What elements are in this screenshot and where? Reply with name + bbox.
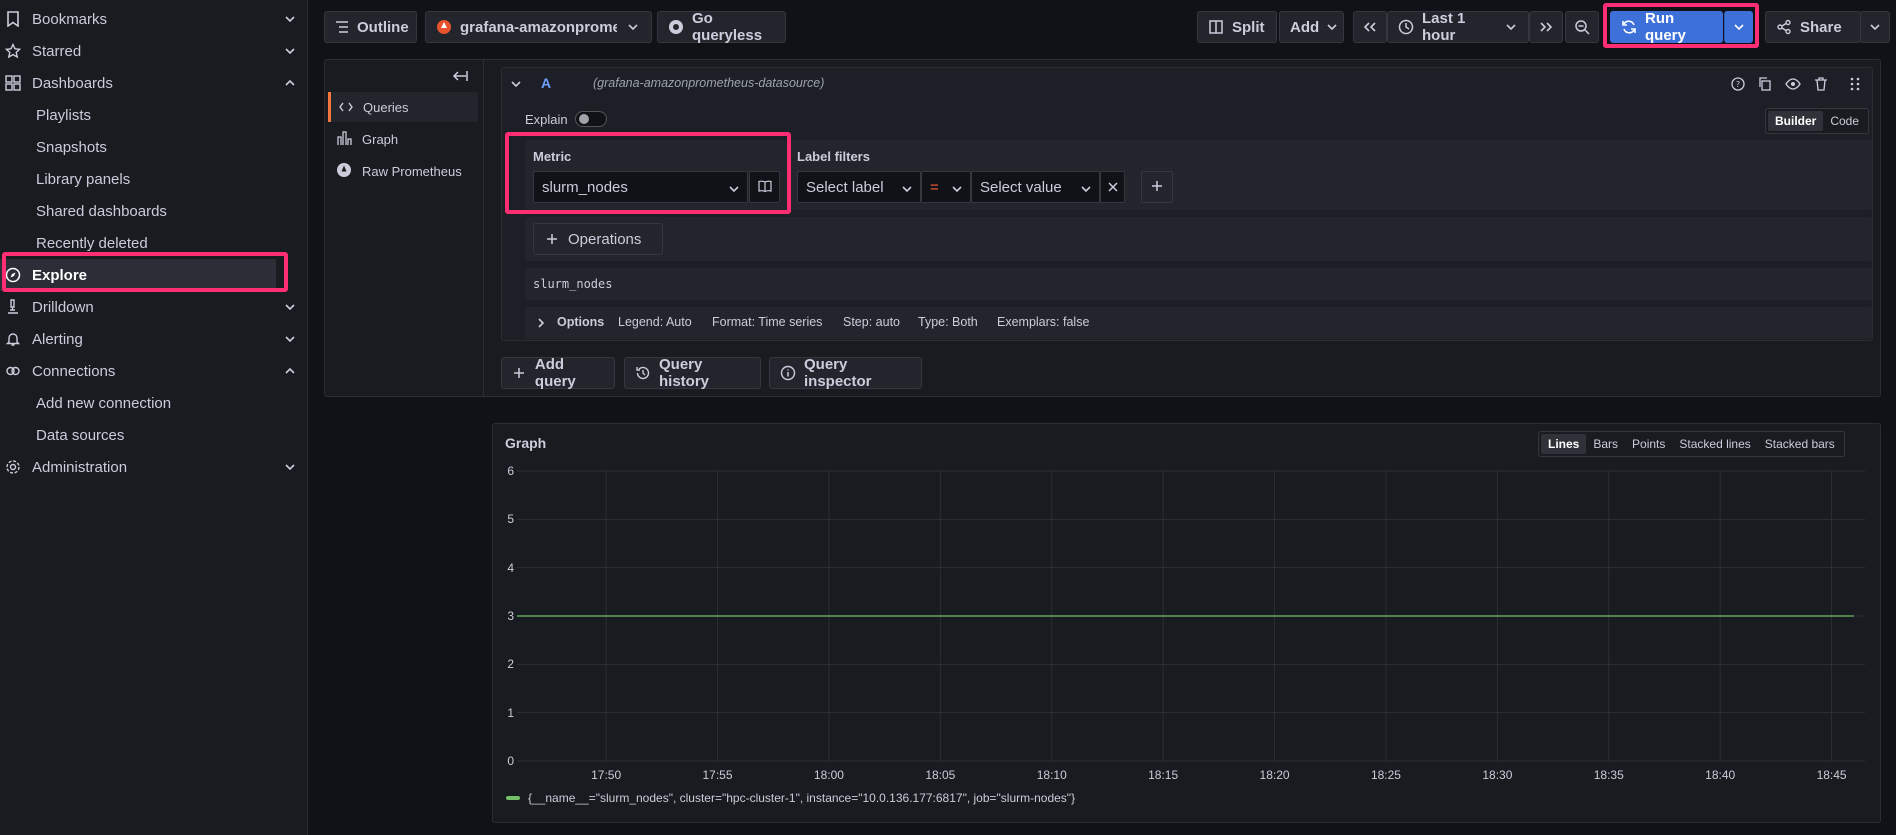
y-tick-label: 3 <box>507 609 514 623</box>
legend-swatch <box>506 796 520 800</box>
time-series-chart[interactable] <box>0 0 1896 835</box>
y-tick-label: 6 <box>507 464 514 478</box>
x-tick-label: 18:15 <box>1148 768 1179 782</box>
chart-legend[interactable]: {__name__="slurm_nodes", cluster="hpc-cl… <box>506 791 1075 805</box>
x-tick-label: 17:50 <box>591 768 622 782</box>
legend-entry: {__name__="slurm_nodes", cluster="hpc-cl… <box>528 791 1076 805</box>
x-tick-label: 18:20 <box>1259 768 1290 782</box>
x-tick-label: 18:40 <box>1705 768 1736 782</box>
y-tick-label: 5 <box>507 512 514 527</box>
y-tick-label: 0 <box>507 754 514 768</box>
y-tick-label: 1 <box>507 705 514 720</box>
x-tick-label: 18:45 <box>1816 768 1847 782</box>
x-tick-label: 18:35 <box>1593 768 1624 782</box>
x-tick-label: 18:05 <box>925 768 956 782</box>
x-tick-label: 17:55 <box>702 768 733 782</box>
x-tick-label: 18:00 <box>813 768 844 782</box>
y-tick-label: 2 <box>507 657 514 672</box>
y-tick-label: 4 <box>507 560 514 575</box>
x-tick-label: 18:30 <box>1482 768 1513 782</box>
x-tick-label: 18:25 <box>1370 768 1401 782</box>
x-tick-label: 18:10 <box>1036 768 1067 782</box>
